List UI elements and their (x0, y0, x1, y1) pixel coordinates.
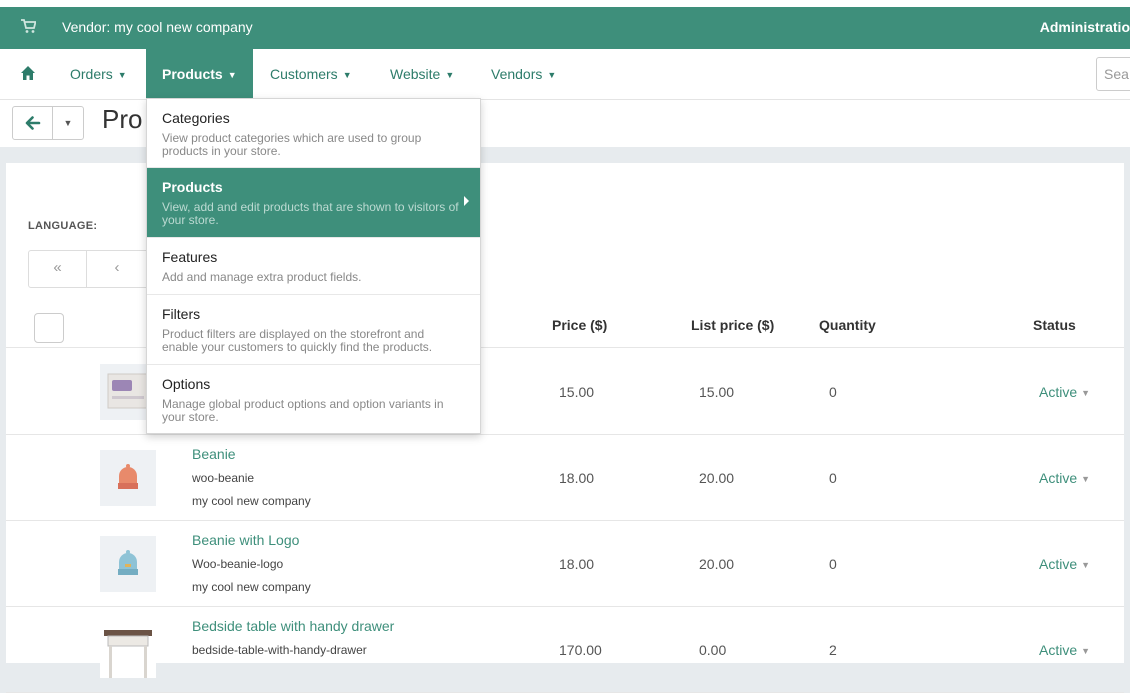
language-label: LANGUAGE: (28, 220, 98, 232)
back-button[interactable] (13, 107, 53, 139)
chevron-down-icon: ▼ (227, 70, 237, 80)
quantity-cell[interactable]: 2 (829, 642, 837, 658)
chevron-down-icon: ▼ (342, 70, 352, 80)
quantity-cell[interactable]: 0 (829, 384, 837, 400)
menu-item-title: Options (162, 376, 211, 392)
table-row: Beanie woo-beanie my cool new company 18… (6, 435, 1124, 521)
product-name[interactable]: Beanie with Logo (192, 532, 299, 548)
chevron-right-icon (464, 196, 469, 206)
page-title: Pro (102, 104, 143, 134)
select-all-checkbox[interactable] (34, 313, 64, 343)
product-image (104, 630, 152, 678)
product-thumbnail[interactable] (100, 450, 156, 506)
top-bar: Vendor: my cool new company Administrati… (0, 0, 1130, 49)
status-dropdown[interactable]: Active ▼ (1039, 642, 1090, 658)
menu-item-products[interactable]: Products View, add and edit products tha… (147, 168, 480, 238)
menu-item-title: Filters (162, 306, 201, 322)
menu-item-description: View product categories which are used t… (162, 131, 422, 158)
back-button-group: ▼ (12, 106, 84, 140)
vendor-name[interactable]: Vendor: my cool new company (62, 19, 253, 35)
status-dropdown[interactable]: Active ▼ (1039, 556, 1090, 572)
main-nav: Orders ▼ Products ▼ Customers ▼ Website ▼ Ve… (0, 49, 1130, 100)
product-name[interactable]: Beanie (192, 446, 236, 462)
price-cell[interactable]: 15.00 (559, 384, 594, 400)
history-dropdown-button[interactable]: ▼ (53, 107, 83, 139)
menu-item-title: Products (162, 179, 223, 195)
nav-products[interactable]: Products ▼ (146, 49, 253, 100)
menu-item-description: Manage global product options and option… (162, 397, 444, 424)
chevron-down-icon: ▼ (63, 118, 73, 128)
quantity-cell[interactable]: 0 (829, 470, 837, 486)
product-image (118, 464, 138, 489)
quantity-cell[interactable]: 0 (829, 556, 837, 572)
status-dropdown[interactable]: Active ▼ (1039, 470, 1090, 486)
list-price-cell[interactable]: 0.00 (699, 642, 726, 658)
menu-item-options[interactable]: Options Manage global product options an… (147, 365, 480, 433)
menu-item-filters[interactable]: Filters Product filters are displayed on… (147, 295, 480, 365)
chevron-down-icon: ▼ (547, 70, 557, 80)
menu-item-title: Categories (162, 110, 230, 126)
menu-item-description: Add and manage extra product fields. (162, 270, 362, 284)
product-thumbnail[interactable] (100, 622, 156, 678)
table-row: Bedside table with handy drawer bedside-… (6, 607, 1124, 693)
list-price-cell[interactable]: 20.00 (699, 470, 734, 486)
price-cell[interactable]: 18.00 (559, 556, 594, 572)
product-vendor: my cool new company (192, 580, 311, 594)
header-status[interactable]: Status (1033, 317, 1076, 333)
chevron-down-icon: ▼ (1081, 560, 1091, 570)
menu-item-title: Features (162, 249, 218, 265)
product-vendor: my cool new company (192, 494, 311, 508)
products-dropdown-menu: Categories View product categories which… (146, 98, 481, 434)
list-price-cell[interactable]: 20.00 (699, 556, 734, 572)
price-cell[interactable]: 18.00 (559, 470, 594, 486)
chevron-down-icon: ▼ (1081, 388, 1091, 398)
chevron-down-icon: ▼ (445, 70, 455, 80)
price-cell[interactable]: 170.00 (559, 642, 602, 658)
header-list-price[interactable]: List price ($) (691, 317, 774, 333)
product-code: woo-beanie (192, 471, 255, 485)
administration-link[interactable]: Administratio (1040, 19, 1130, 35)
chevron-down-icon: ▼ (1081, 474, 1091, 484)
product-code: Woo-beanie-logo (192, 557, 284, 571)
product-thumbnail[interactable] (100, 536, 156, 592)
arrow-left-icon (25, 116, 41, 130)
pagination: « ‹ (28, 250, 158, 288)
status-dropdown[interactable]: Active ▼ (1039, 384, 1090, 400)
menu-item-categories[interactable]: Categories View product categories which… (147, 99, 480, 168)
list-price-cell[interactable]: 15.00 (699, 384, 734, 400)
first-page-button[interactable]: « (29, 251, 87, 287)
chevron-down-icon: ▼ (117, 70, 127, 80)
table-row: Beanie with Logo Woo-beanie-logo my cool… (6, 521, 1124, 607)
header-quantity[interactable]: Quantity (819, 317, 876, 333)
header-price[interactable]: Price ($) (552, 317, 607, 333)
product-name[interactable]: Bedside table with handy drawer (192, 618, 394, 634)
product-image (118, 550, 138, 575)
menu-item-features[interactable]: Features Add and manage extra product fi… (147, 238, 480, 295)
nav-customers[interactable]: Customers ▼ (270, 49, 352, 100)
prev-page-button[interactable]: ‹ (87, 251, 147, 287)
menu-item-description: Product filters are displayed on the sto… (162, 327, 433, 354)
menu-item-description: View, add and edit products that are sho… (162, 200, 459, 227)
nav-website[interactable]: Website ▼ (390, 49, 454, 100)
nav-vendors[interactable]: Vendors ▼ (491, 49, 556, 100)
search-input[interactable]: Sea (1096, 57, 1130, 91)
cart-icon (21, 19, 36, 33)
nav-orders[interactable]: Orders ▼ (70, 49, 127, 100)
home-icon[interactable] (20, 65, 36, 81)
